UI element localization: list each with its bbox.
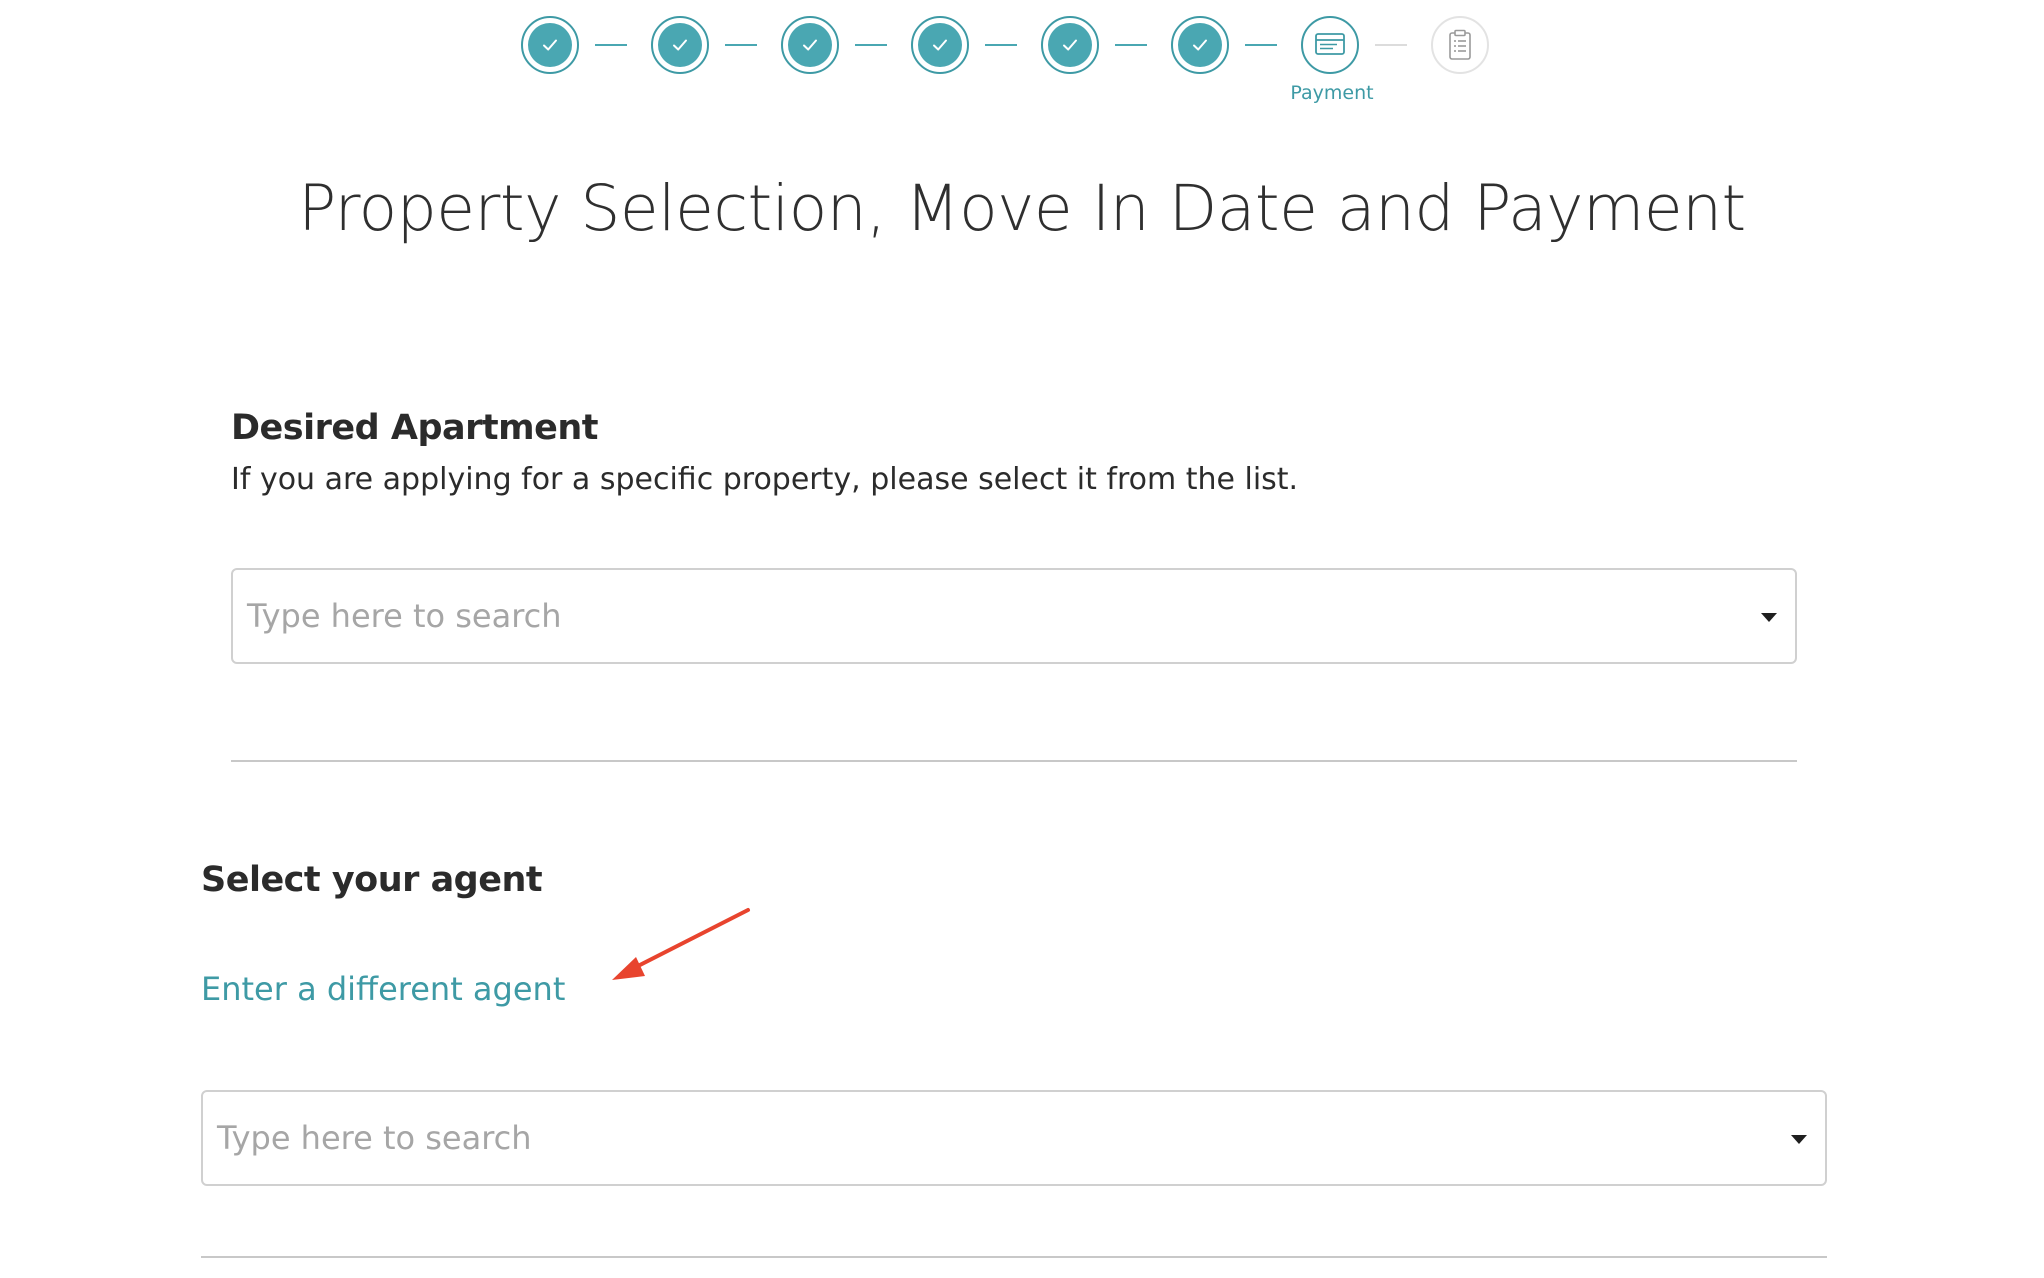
progress-stepper: Payment xyxy=(0,16,2044,116)
current-step-label: Payment xyxy=(1290,82,1374,104)
step-7-payment-current[interactable] xyxy=(1301,16,1359,74)
section-divider xyxy=(201,1256,1827,1258)
step-connector xyxy=(1245,44,1277,46)
agent-search-select[interactable]: Type here to search xyxy=(201,1090,1827,1186)
select-agent-heading: Select your agent xyxy=(201,860,543,900)
step-connector xyxy=(1375,44,1407,46)
check-icon xyxy=(1063,39,1077,51)
application-page: Payment Property Selection, Move In Date… xyxy=(0,0,2044,1278)
page-title: Property Selection, Move In Date and Pay… xyxy=(298,172,1746,245)
section-divider xyxy=(231,760,1797,762)
check-icon xyxy=(1193,39,1207,51)
clipboard-icon xyxy=(1449,29,1471,60)
apartment-search-select[interactable]: Type here to search xyxy=(231,568,1797,664)
check-icon xyxy=(933,39,947,51)
step-connector xyxy=(1115,44,1147,46)
check-icon xyxy=(673,39,687,51)
chevron-down-icon[interactable] xyxy=(1791,1135,1807,1144)
chevron-down-icon[interactable] xyxy=(1761,613,1777,622)
step-4-completed[interactable] xyxy=(911,16,969,74)
step-6-completed[interactable] xyxy=(1171,16,1229,74)
step-8-upcoming[interactable] xyxy=(1431,16,1489,74)
enter-different-agent-link[interactable]: Enter a different agent xyxy=(201,970,565,1008)
desired-apartment-heading: Desired Apartment xyxy=(231,408,598,448)
step-5-completed[interactable] xyxy=(1041,16,1099,74)
step-connector xyxy=(725,44,757,46)
agent-search-placeholder: Type here to search xyxy=(217,1119,532,1157)
step-connector xyxy=(855,44,887,46)
step-2-completed[interactable] xyxy=(651,16,709,74)
desired-apartment-description: If you are applying for a specific prope… xyxy=(231,462,1299,497)
apartment-search-placeholder: Type here to search xyxy=(247,597,562,635)
check-icon xyxy=(543,39,557,51)
check-icon xyxy=(803,39,817,51)
step-connector xyxy=(595,44,627,46)
annotation-arrow-icon xyxy=(612,908,750,980)
credit-card-icon xyxy=(1315,33,1345,55)
step-3-completed[interactable] xyxy=(781,16,839,74)
step-connector xyxy=(985,44,1017,46)
step-1-completed[interactable] xyxy=(521,16,579,74)
